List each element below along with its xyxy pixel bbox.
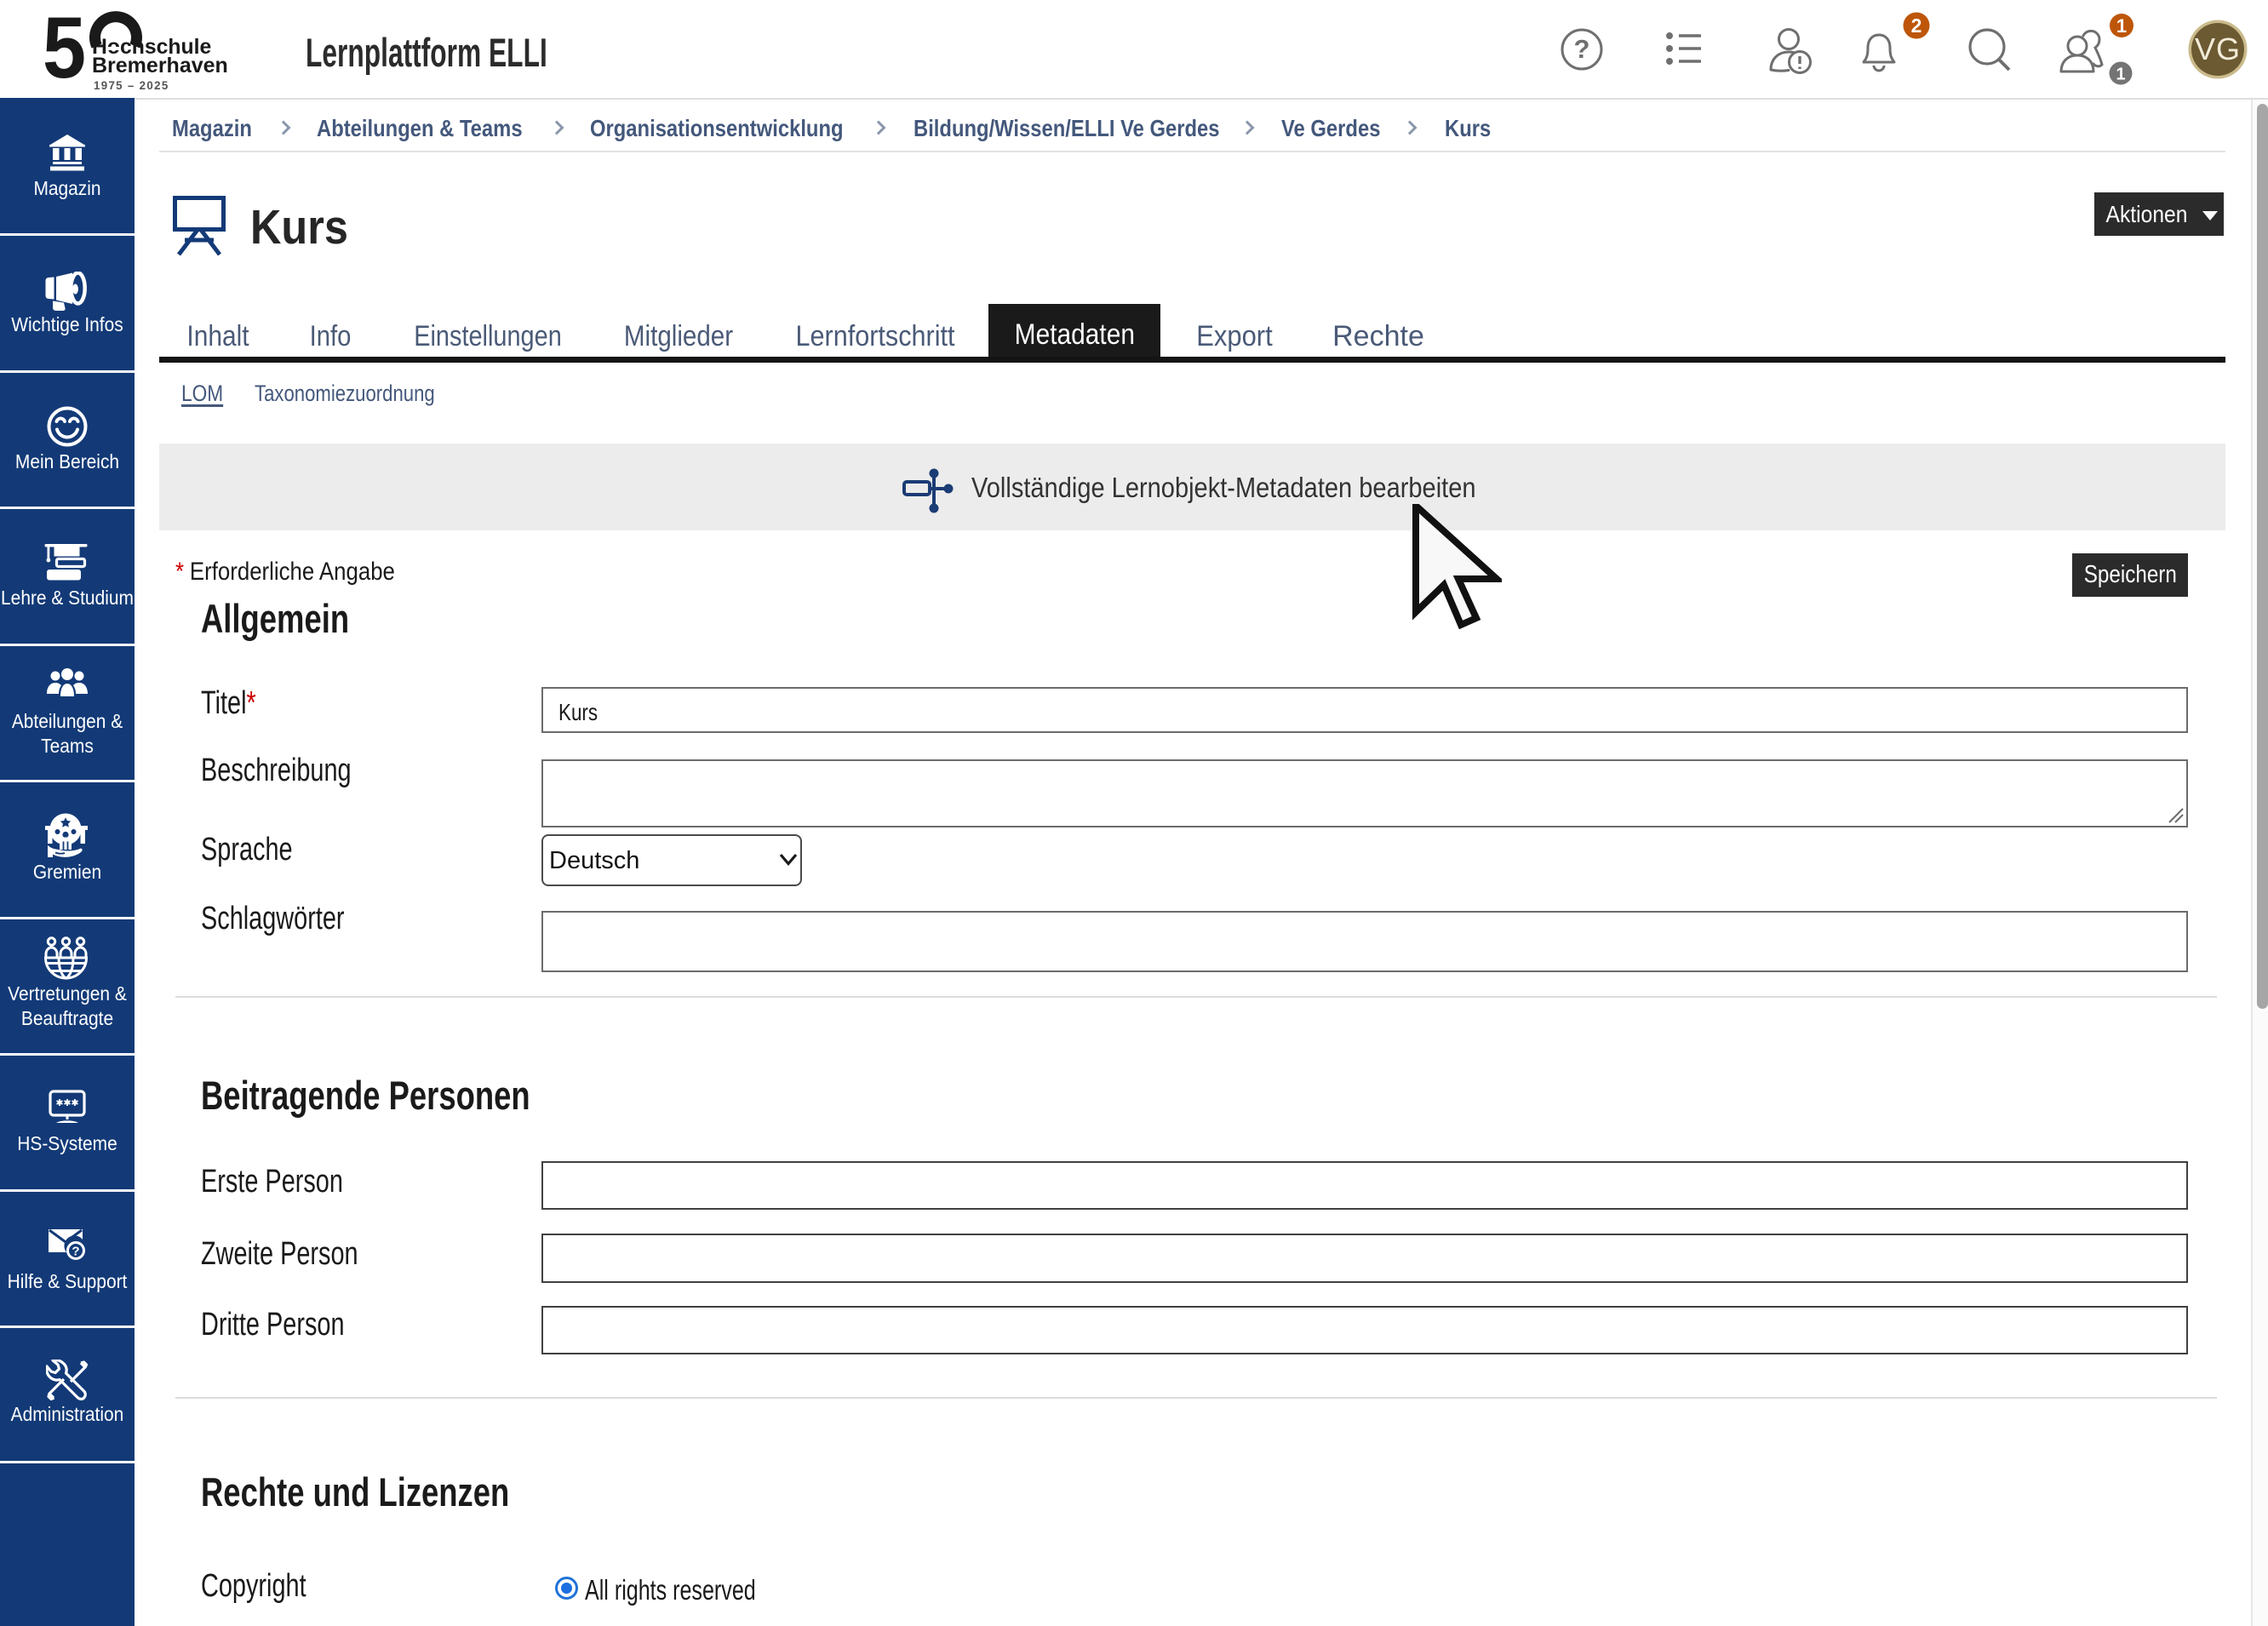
- svg-text:VG: VG: [2195, 31, 2241, 66]
- svg-text:?: ?: [1574, 34, 1590, 64]
- svg-text:?: ?: [72, 1245, 79, 1259]
- svg-text:2: 2: [1911, 14, 1922, 37]
- svg-text:1: 1: [2116, 15, 2127, 37]
- svg-text:1: 1: [2116, 65, 2125, 83]
